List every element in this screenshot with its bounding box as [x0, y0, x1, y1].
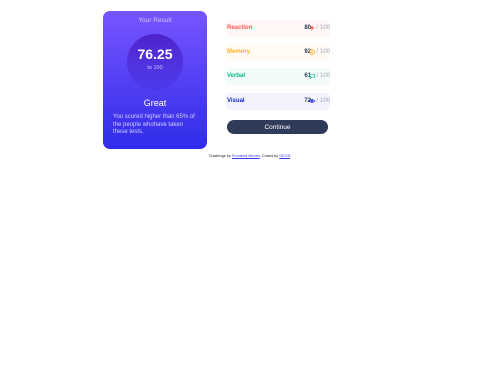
rating-text: Great	[143, 98, 167, 108]
summary-row-reaction: Reaction 80 / 100	[226, 20, 330, 37]
row-label-memory: Memory	[227, 49, 251, 55]
bolt-icon	[309, 25, 315, 31]
attribution-suffix: .	[290, 154, 292, 158]
eye-icon	[308, 98, 316, 104]
continue-button[interactable]: Continue	[227, 120, 328, 134]
brain-icon	[309, 49, 315, 55]
result-description: You scored higher than 65% of the people…	[113, 114, 195, 136]
score-out-of: to 100	[147, 65, 163, 71]
row-label-visual: Visual	[227, 98, 245, 104]
row-slash-memory: /	[316, 49, 318, 55]
row-max-reaction: 100	[319, 25, 330, 31]
row-slash-verbal: /	[316, 73, 318, 79]
score-value: 76.25	[137, 46, 173, 62]
row-max-verbal: 100	[319, 73, 330, 79]
result-heading: Your Result	[138, 17, 172, 24]
row-max-memory: 100	[319, 49, 330, 55]
row-slash-visual: /	[316, 98, 318, 104]
attribution-prefix: Challenge by	[208, 154, 231, 158]
frontend-mentor-link[interactable]: Frontend Mentor	[232, 154, 260, 158]
attribution: Challenge by Frontend Mentor. Coded by G…	[0, 154, 500, 158]
chat-icon	[309, 73, 315, 80]
result-card: Your Result 76.25 to 100 Great You score…	[103, 11, 207, 149]
summary-row-verbal: Verbal 61 / 100	[226, 68, 330, 85]
summary-row-visual: Visual 72 / 100	[226, 93, 330, 110]
row-label-reaction: Reaction	[227, 25, 253, 31]
summary-row-memory: Memory 92 / 100	[226, 44, 330, 61]
attribution-middle: . Coded by	[259, 154, 279, 158]
author-link[interactable]: GEOS	[279, 154, 290, 158]
row-max-visual: 100	[319, 98, 330, 104]
row-label-verbal: Verbal	[227, 73, 246, 79]
score-circle: 76.25 to 100	[127, 34, 183, 90]
row-slash-reaction: /	[316, 25, 318, 31]
